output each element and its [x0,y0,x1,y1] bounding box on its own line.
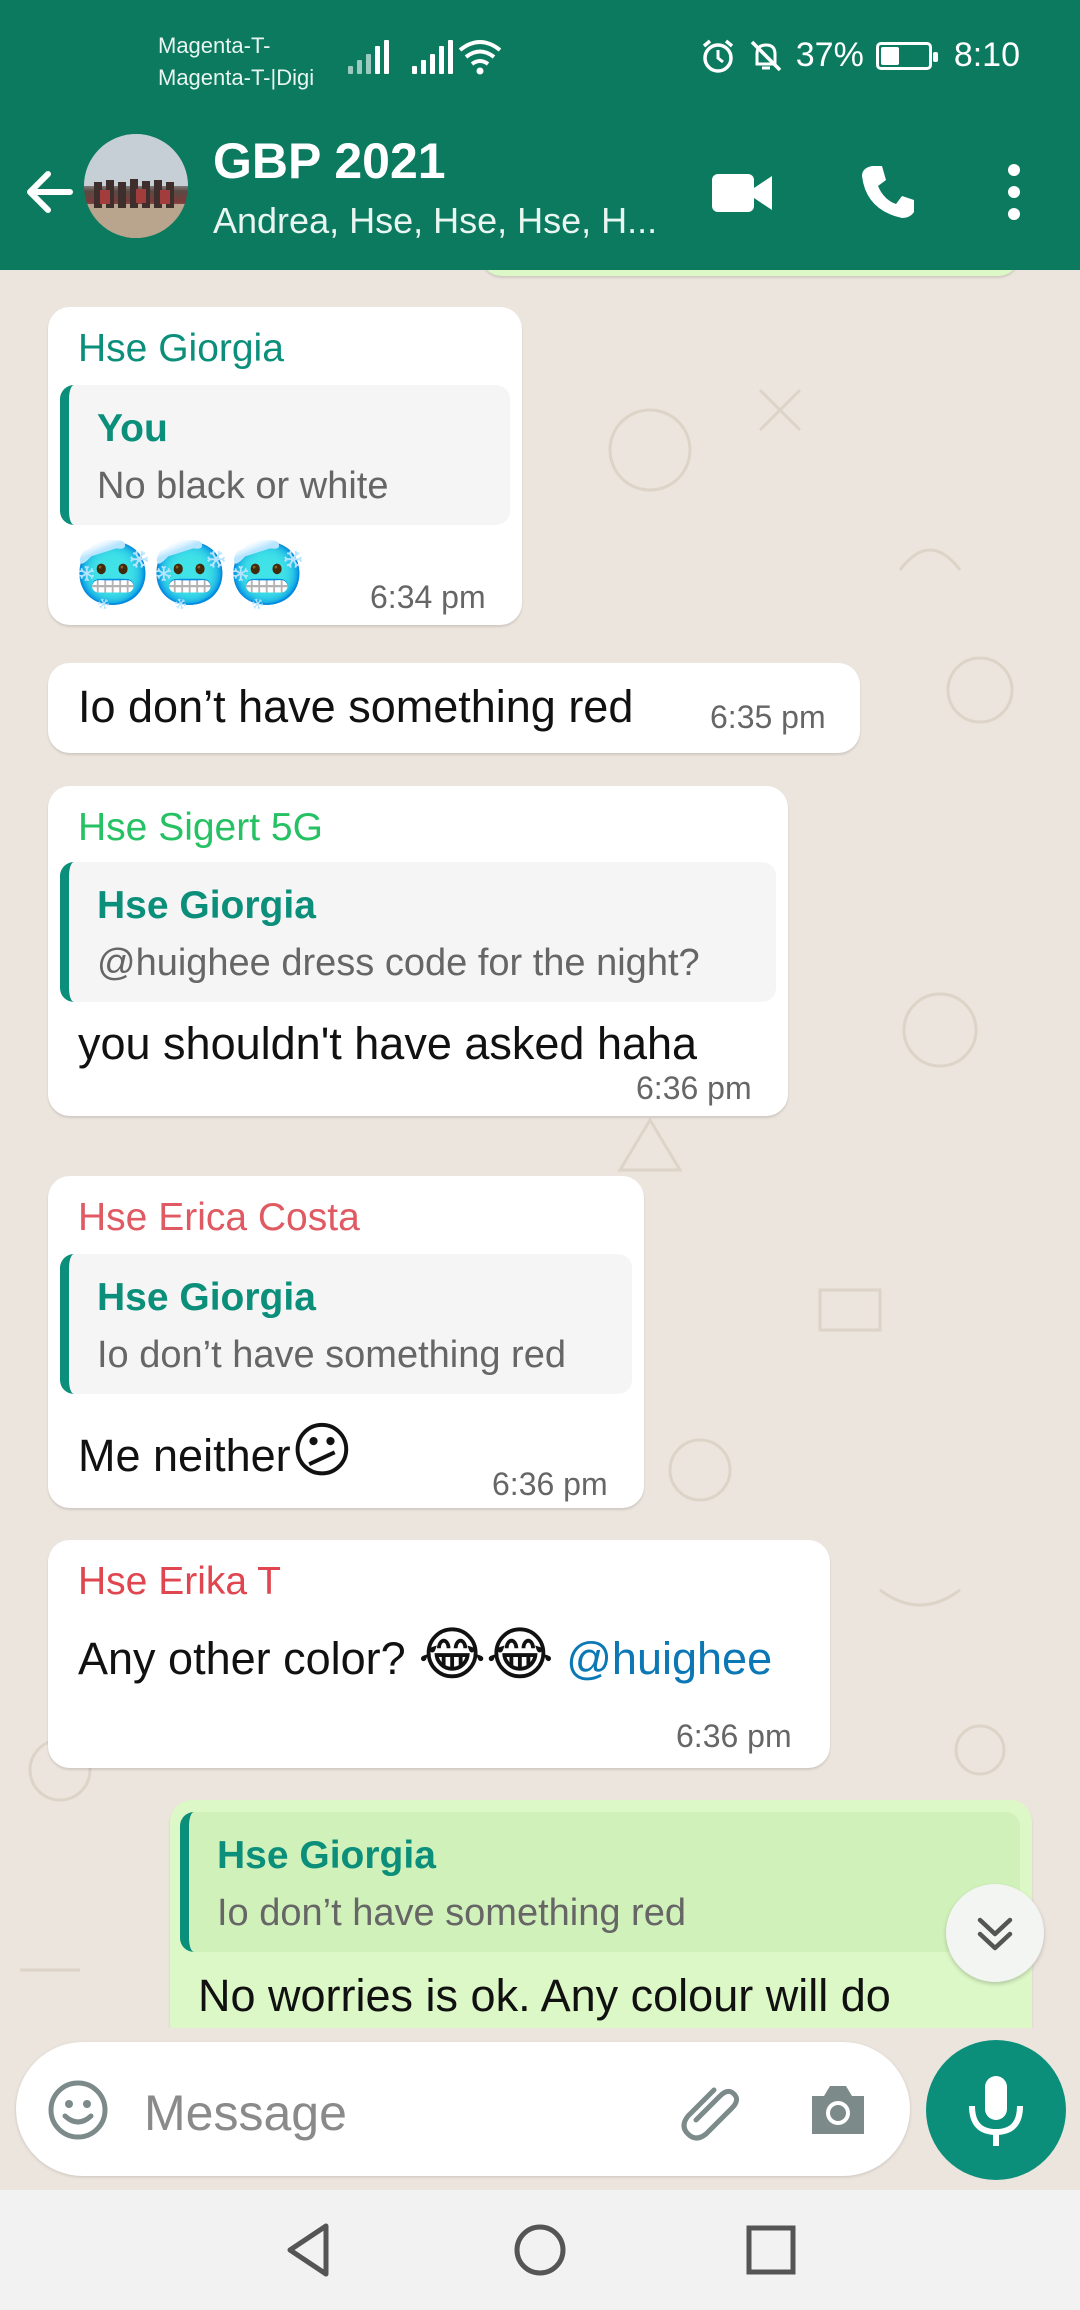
previous-message[interactable] [480,270,1020,276]
group-avatar[interactable] [84,134,188,238]
chat-area[interactable]: Hse Giorgia You No black or white 🥶🥶🥶 6:… [0,270,1080,2028]
message-sender[interactable]: Hse Erica Costa [78,1196,360,1240]
quoted-sender: Hse Giorgia [97,884,316,927]
battery-icon [875,41,938,70]
status-bar: Magenta-T- Magenta-T-|Digi 37% 8:10 [0,0,1080,124]
quoted-message[interactable]: You No black or white [60,385,510,525]
battery-percent: 37% [795,36,864,74]
quoted-message[interactable]: Hse Giorgia @huighee dress code for the … [60,862,776,1002]
message-text: Me neither😕 [78,1416,353,1486]
laughing-emoji: 😂😂 [418,1622,554,1687]
alarm-icon [702,39,733,73]
message-text-body: Any other color? [78,1633,419,1684]
message-time: 6:35 pm [710,699,826,735]
message-sender[interactable]: Hse Giorgia [78,327,284,371]
message-bubble[interactable]: Hse Sigert 5G Hse Giorgia @huighee dress… [48,786,788,1116]
carrier-info: Magenta-T- Magenta-T-|Digi [158,30,314,94]
message-bubble[interactable]: Hse Giorgia You No black or white 🥶🥶🥶 6:… [48,307,522,625]
double-chevron-down-icon [977,1917,1013,1951]
video-call-icon[interactable] [710,166,776,220]
voice-call-icon[interactable] [858,162,918,222]
message-composer[interactable]: Message [16,2042,910,2176]
message-text: No worries is ok. Any colour will do [198,1970,891,2021]
chat-title[interactable]: GBP 2021 [213,132,446,190]
message-time: 6:36 pm [636,1070,752,1106]
attach-icon[interactable] [676,2076,746,2146]
carrier-1: Magenta-T- [158,33,271,58]
signal-roaming-icon [412,40,453,74]
voice-record-button[interactable] [926,2040,1066,2180]
scroll-to-bottom-button[interactable] [946,1884,1044,1982]
confused-face-emoji: 😕 [290,1417,354,1484]
quoted-text: @huighee dress code for the night? [97,942,700,984]
nav-recents-icon[interactable] [744,2220,798,2280]
clock: 8:10 [953,36,1020,74]
signal-icon [348,40,389,74]
message-time: 6:36 pm [492,1466,608,1502]
quoted-sender: Hse Giorgia [217,1834,436,1877]
quoted-message[interactable]: Hse Giorgia Io don’t have something red [60,1254,632,1394]
quoted-sender: Hse Giorgia [97,1276,316,1319]
message-bubble[interactable]: Io don’t have something red 6:35 pm [48,663,860,753]
back-arrow-icon[interactable] [22,164,78,220]
mention-link[interactable]: @huighee [566,1633,772,1684]
outgoing-message-bubble[interactable]: Hse Giorgia Io don’t have something red … [170,1800,1032,2028]
chat-subtitle[interactable]: Andrea, Hse, Hse, Hse, H... [213,200,683,242]
message-bubble[interactable]: Hse Erica Costa Hse Giorgia Io don’t hav… [48,1176,644,1508]
nav-home-icon[interactable] [512,2220,568,2280]
emoji-icon[interactable] [46,2078,110,2142]
message-bubble[interactable]: Hse Erika T Any other color? 😂😂 @huighee… [48,1540,830,1768]
camera-icon[interactable] [806,2080,870,2140]
quoted-message[interactable]: Hse Giorgia Io don’t have something red [180,1812,1020,1952]
message-time: 6:34 pm [370,579,486,615]
message-text: 🥶🥶🥶 [74,540,306,609]
carrier-2: Magenta-T-|Digi [158,65,315,90]
chat-header: GBP 2021 Andrea, Hse, Hse, Hse, H... [0,124,1080,270]
message-text-body: Me neither [78,1430,291,1481]
nav-back-icon[interactable] [282,2220,334,2280]
message-time: 6:36 pm [676,1718,792,1754]
message-text: you shouldn't have asked haha [78,1018,698,1069]
mic-icon [969,2076,1023,2146]
quoted-sender: You [97,407,168,450]
message-sender[interactable]: Hse Erika T [78,1560,281,1604]
message-sender[interactable]: Hse Sigert 5G [78,806,323,850]
wifi-icon [458,40,502,75]
message-input[interactable]: Message [144,2084,347,2142]
mute-icon [750,40,781,71]
quoted-text: Io don’t have something red [97,1334,566,1376]
more-vert-icon[interactable] [1004,160,1024,224]
message-text: Any other color? 😂😂 @huighee [78,1620,772,1688]
quoted-text: No black or white [97,465,389,507]
system-navigation-bar [0,2190,1080,2310]
quoted-text: Io don’t have something red [217,1892,686,1934]
message-text: Io don’t have something red [78,681,634,732]
